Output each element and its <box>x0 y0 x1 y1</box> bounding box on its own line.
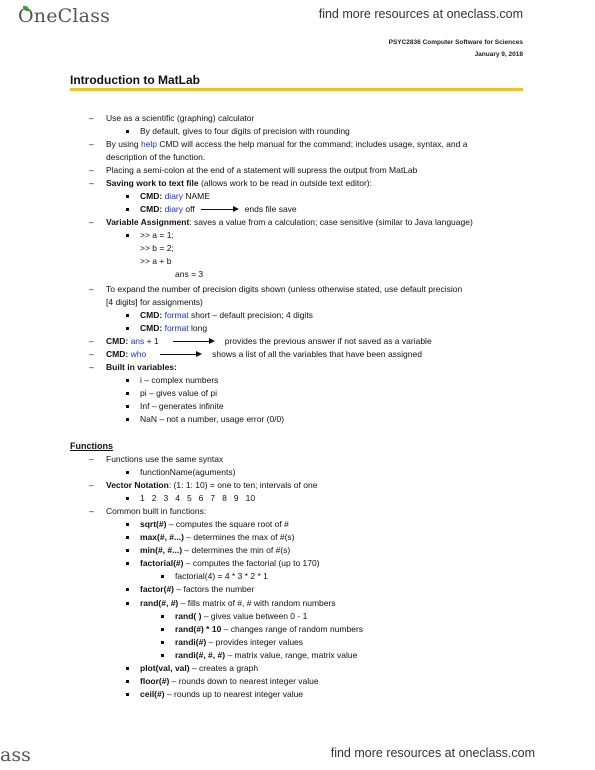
logo-text: OneClass <box>18 5 111 27</box>
function-item: ceil(#) – rounds up to nearest integer v… <box>125 689 304 699</box>
function-subitem: randi(#) – provides integer values <box>160 637 304 647</box>
list-item: Inf – generates infinite <box>126 401 224 411</box>
list-item: To expand the number of precision digits… <box>89 284 462 295</box>
code-line: >> b = 2; <box>140 243 174 253</box>
list-item: Saving work to text file (allows work to… <box>89 178 372 189</box>
list-item: Functions use the same syntax <box>89 454 223 465</box>
function-example: factorial(4) = 4 * 3 * 2 * 1 <box>161 571 268 581</box>
list-item: Use as a scientific (graphing) calculato… <box>89 113 254 124</box>
section-heading-functions: Functions <box>70 441 113 451</box>
function-subitem: rand(#) * 10 – changes range of random n… <box>160 624 364 634</box>
list-item: CMD: format long <box>125 323 208 333</box>
list-item: CMD: diary off ends file save <box>126 204 297 214</box>
list-item: i – complex numbers <box>125 375 219 385</box>
course-header: PSYC2836 Computer Software for Sciences … <box>389 37 523 61</box>
leaf-icon <box>23 6 29 11</box>
function-item: factorial(#) – computes the factorial (u… <box>126 558 320 568</box>
function-item: min(#, #...) – determines the min of #(s… <box>125 545 291 555</box>
arrow-right-icon <box>160 351 203 358</box>
list-item: NaN – not a number, usage error (0/0) <box>125 414 285 424</box>
page-title: Introduction to MatLab <box>70 73 200 87</box>
list-item: By using help CMD will access the help m… <box>89 139 467 150</box>
oneclass-logo-bottom[interactable]: ass <box>0 744 31 766</box>
list-item: CMD: format short – default precision; 4… <box>126 310 313 320</box>
list-item-continuation: [4 digits] for assignments) <box>106 297 203 307</box>
list-item: functionName(aguments) <box>125 467 236 477</box>
code-line: >> a = 1; <box>126 230 174 240</box>
function-subitem: rand( ) – gives value between 0 - 1 <box>160 611 308 621</box>
list-item-continuation: description of the function. <box>106 152 206 162</box>
list-item: Vector Notation: (1: 1: 10) = one to ten… <box>89 480 317 491</box>
list-item: By default, gives to four digits of prec… <box>126 126 350 136</box>
list-item: CMD: whoshows a list of all the variable… <box>89 349 422 360</box>
list-item: Variable Assignment: saves a value from … <box>89 217 473 228</box>
vector-example: 1 2 3 4 5 6 7 8 9 10 <box>125 493 262 504</box>
course-name: PSYC2836 Computer Software for Sciences <box>388 39 523 46</box>
promo-link-bottom[interactable]: find more resources at oneclass.com <box>331 746 535 760</box>
function-item: rand(#, #) – fills matrix of #, # with r… <box>126 598 336 608</box>
list-item: CMD: diary NAME <box>126 191 210 201</box>
oneclass-logo[interactable]: OneClass <box>18 5 110 27</box>
list-item: pi – gives value of pi <box>125 388 218 398</box>
code-output: ans = 3 <box>175 269 204 279</box>
function-item: factor(#) – factors the number <box>125 584 255 594</box>
list-item: Common built in functions: <box>89 506 206 517</box>
function-item: sqrt(#) – computes the square root of # <box>126 519 289 529</box>
function-item: floor(#) – rounds down to nearest intege… <box>126 676 319 686</box>
code-line: >> a + b <box>140 256 172 266</box>
function-item: max(#, #...) – determines the max of #(s… <box>125 532 295 542</box>
course-date: January 9, 2018 <box>474 51 523 58</box>
list-item: Built in variables: <box>89 362 177 373</box>
list-item: Placing a semi-colon at the end of a sta… <box>89 165 417 176</box>
arrow-right-icon <box>172 338 215 345</box>
list-item: CMD: ans + 1provides the previous answer… <box>89 336 432 347</box>
function-subitem: randi(#, #, #) – matrix value, range, ma… <box>160 650 358 660</box>
arrow-right-icon <box>200 206 239 213</box>
function-item: plot(val, val) – creates a graph <box>125 663 259 673</box>
promo-link-top[interactable]: find more resources at oneclass.com <box>319 7 523 21</box>
title-underline <box>70 88 523 91</box>
